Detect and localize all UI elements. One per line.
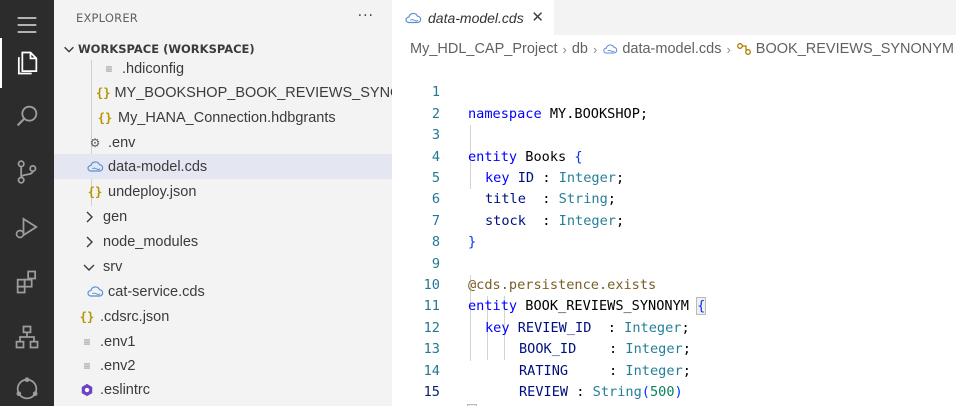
code-line: 5 title : String;	[392, 147, 956, 207]
lines-icon: ≡	[105, 61, 113, 76]
lines-icon: ≡	[83, 334, 91, 349]
tree-item-label: .env	[108, 134, 136, 151]
chevron-right-icon	[86, 236, 93, 247]
tree-folder-srv[interactable]: srv	[54, 254, 392, 279]
tree-item-label: MY_BOOKSHOP_BOOK_REVIEWS_SYNO...	[114, 84, 392, 101]
tree-item-label: .env2	[100, 357, 136, 374]
code-line: 1 namespace MY.BOOKSHOP;	[392, 61, 956, 121]
tree-item-data-model[interactable]: data-model.cds	[54, 154, 392, 179]
explorer-sidebar: EXPLORER ··· WORKSPACE (WORKSPACE) ≡ .hd…	[54, 0, 392, 406]
breadcrumb-symbol[interactable]: BOOK_REVIEWS_SYNONYM	[756, 41, 954, 57]
code-line: 7 }	[392, 189, 956, 250]
tree-folder-node-modules[interactable]: node_modules	[54, 229, 392, 254]
breadcrumb-db[interactable]: db	[572, 41, 588, 57]
cds-cloud-icon	[86, 160, 104, 173]
code-token: REVIEW	[519, 384, 577, 400]
symbol-struct-icon	[736, 43, 751, 55]
explorer-icon[interactable]	[0, 38, 54, 88]
search-icon[interactable]	[0, 91, 54, 141]
cds-cloud-icon	[405, 12, 422, 23]
tree-item-label: .hdiconfig	[122, 60, 185, 77]
code-line: 15 }	[392, 361, 956, 406]
code-token: )	[674, 384, 683, 400]
run-debug-icon[interactable]	[0, 202, 54, 252]
tree-item-label: My_HANA_Connection.hdbgrants	[118, 109, 336, 126]
chevron-down-icon	[83, 264, 95, 271]
editor-area: data-model.cds ✕ My_HDL_CAP_Project › db…	[392, 0, 956, 406]
tab-data-model[interactable]: data-model.cds ✕	[392, 0, 554, 35]
extensions-icon[interactable]	[0, 257, 54, 307]
code-line: 6 stock : Integer;	[392, 168, 956, 228]
code-line: 3 entity Books {	[392, 104, 956, 164]
code-token: String	[592, 384, 642, 400]
more-actions-icon[interactable]: ···	[358, 8, 374, 24]
code-line: 14 REVIEW : String(500)	[392, 339, 956, 400]
breadcrumb: My_HDL_CAP_Project › db › data-model.cds…	[410, 38, 954, 60]
tree-item-label: gen	[103, 208, 128, 225]
chevron-right-icon: ›	[592, 41, 598, 57]
code-token: 500	[649, 384, 675, 400]
tree-item-label: cat-service.cds	[108, 283, 205, 300]
tree-item-env[interactable]: ⚙ .env	[54, 130, 392, 155]
json-braces-icon: {}	[79, 309, 95, 324]
cds-cloud-icon	[86, 285, 104, 298]
tree-item-hdbgrants[interactable]: {} My_HANA_Connection.hdbgrants	[54, 105, 392, 130]
tree-item-undeploy[interactable]: {} undeploy.json	[54, 179, 392, 204]
tree-item-cdsrc[interactable]: {} .cdsrc.json	[54, 304, 392, 329]
json-braces-icon: {}	[97, 110, 113, 125]
tab-label: data-model.cds	[428, 9, 524, 26]
chevron-right-icon	[86, 211, 93, 222]
gear-icon: ⚙	[89, 135, 101, 150]
code-line: 11 key REVIEW_ID : Integer;	[392, 275, 956, 335]
json-braces-icon: {}	[96, 85, 111, 100]
code-line: 2	[392, 82, 956, 122]
chevron-right-icon: ›	[726, 41, 731, 57]
json-braces-icon: {}	[87, 184, 103, 199]
tree-item-eslintrc[interactable]: .eslintrc	[54, 377, 392, 402]
tree-item-label: undeploy.json	[108, 183, 197, 200]
tree-item-label: node_modules	[103, 233, 199, 250]
breadcrumb-file[interactable]: data-model.cds	[622, 41, 721, 57]
close-icon[interactable]: ✕	[531, 8, 544, 26]
explorer-title: EXPLORER	[76, 10, 138, 25]
tree-item-env2[interactable]: ≡ .env2	[54, 353, 392, 378]
tree-item-label: srv	[103, 258, 123, 275]
cds-cloud-icon	[603, 44, 618, 54]
chevron-right-icon: ›	[562, 41, 567, 57]
code-line: 4 key ID : Integer;	[392, 125, 956, 186]
breadcrumb-project[interactable]: My_HDL_CAP_Project	[410, 41, 557, 57]
tree-item-cat-service[interactable]: cat-service.cds	[54, 279, 392, 304]
tree-folder-gen[interactable]: gen	[54, 204, 392, 229]
code-token: :	[576, 384, 593, 400]
code-token: (	[641, 384, 650, 400]
tree-item-synonym[interactable]: {} MY_BOOKSHOP_BOOK_REVIEWS_SYNO...	[54, 80, 392, 105]
tree-item-label: .eslintrc	[100, 381, 150, 398]
code-line: 13 RATING : Integer;	[392, 318, 956, 378]
lines-icon: ≡	[83, 358, 91, 373]
workspace-label: WORKSPACE (WORKSPACE)	[78, 42, 255, 56]
chevron-down-icon	[64, 46, 74, 53]
code-line: 12 BOOK_ID : Integer;	[392, 296, 956, 357]
cycle-icon[interactable]	[0, 364, 54, 406]
hierarchy-icon[interactable]	[0, 312, 54, 362]
line-number: 15	[423, 384, 440, 400]
tree-item-env1[interactable]: ≡ .env1	[54, 329, 392, 354]
tree-item-label: .cdsrc.json	[100, 308, 170, 325]
tab-bar: data-model.cds ✕	[392, 0, 956, 35]
tree-item-hdiconfig[interactable]: ≡ .hdiconfig	[54, 56, 392, 81]
code-line: 9 @cds.persistence.exists	[392, 232, 956, 293]
tree-item-label: data-model.cds	[108, 158, 208, 175]
eslint-icon	[78, 383, 96, 397]
code-line: 8	[392, 211, 956, 250]
activity-bar	[0, 0, 54, 406]
tree-item-label: .env1	[100, 333, 136, 350]
code-line: 10 entity BOOK_REVIEWS_SYNONYM {	[392, 254, 956, 316]
source-control-icon[interactable]	[0, 147, 54, 197]
